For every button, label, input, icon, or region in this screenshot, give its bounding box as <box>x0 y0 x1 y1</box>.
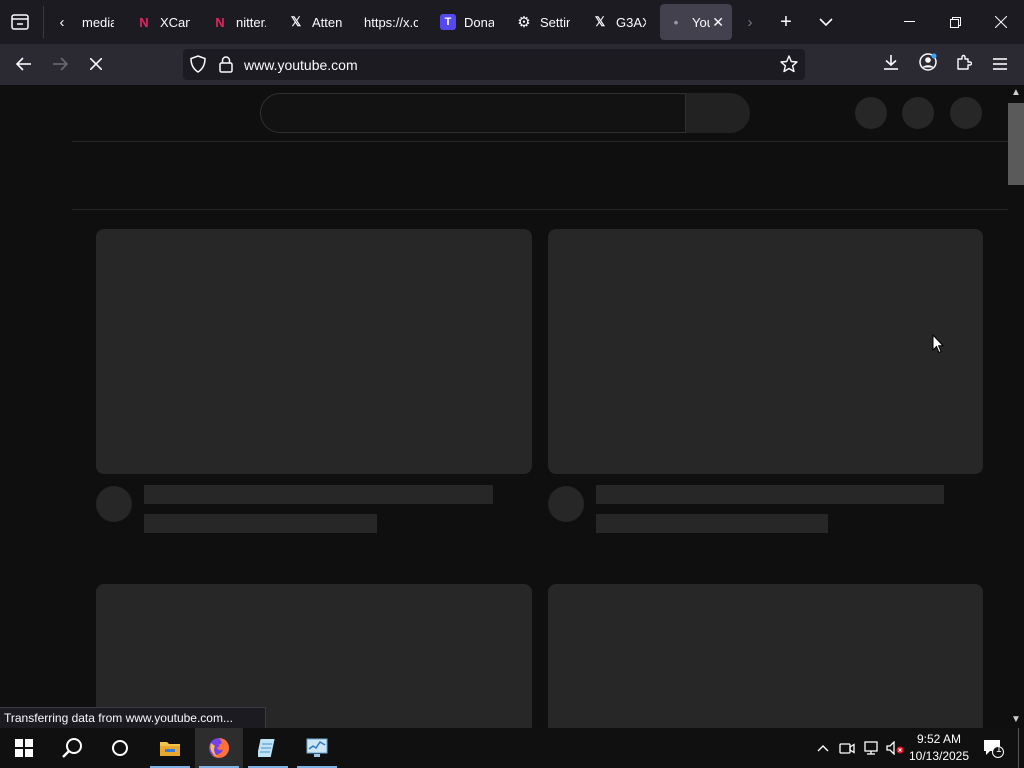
tab-bar: ‹ media N XCancel N nitter.net 𝕏 Attenti… <box>0 0 1024 44</box>
windows-start-icon[interactable] <box>0 728 48 768</box>
chip-bar-divider <box>72 209 1008 210</box>
file-explorer-icon[interactable] <box>146 728 194 768</box>
restore-button[interactable] <box>932 0 978 44</box>
search-box-placeholder[interactable] <box>260 93 686 133</box>
stop-loading-button[interactable] <box>82 50 110 78</box>
video-meta-placeholder <box>596 514 828 533</box>
show-desktop-button[interactable] <box>1018 728 1024 768</box>
tab-label: https://x.com <box>364 14 418 30</box>
firefox-icon[interactable] <box>195 728 243 768</box>
tab-label: Donald <box>464 14 494 30</box>
downloads-button[interactable] <box>877 50 905 78</box>
extensions-button[interactable] <box>950 50 978 78</box>
tab-nitter[interactable]: N nitter.net <box>204 4 274 40</box>
tab-g3ax[interactable]: 𝕏 G3AX <box>584 4 654 40</box>
clock-time: 9:52 AM <box>916 732 962 746</box>
tab-media[interactable]: media <box>74 4 122 40</box>
tab-attention[interactable]: 𝕏 Attention <box>280 4 350 40</box>
mouse-cursor-icon <box>932 333 945 354</box>
close-window-button[interactable] <box>978 0 1024 44</box>
back-button[interactable] <box>10 50 38 78</box>
truth-social-icon: T <box>440 14 456 30</box>
status-panel: Transferring data from www.youtube.com..… <box>0 707 266 729</box>
avatar-placeholder <box>950 97 982 129</box>
header-icon-placeholder <box>902 97 934 129</box>
video-title-placeholder <box>144 485 493 504</box>
header-divider <box>72 141 1008 142</box>
channel-avatar-placeholder <box>96 486 132 522</box>
account-icon <box>919 52 937 76</box>
hamburger-menu-icon <box>993 54 1007 75</box>
page-content <box>0 85 1008 728</box>
list-all-tabs-icon[interactable] <box>816 12 836 32</box>
tab-label: Settings <box>540 14 570 30</box>
n-logo-icon: N <box>215 14 225 30</box>
cortana-icon[interactable] <box>96 728 144 768</box>
taskbar-clock[interactable]: 9:52 AM 10/13/2025 <box>904 731 974 765</box>
forward-button[interactable] <box>46 50 74 78</box>
show-hidden-icons-chevron-icon[interactable] <box>812 728 834 768</box>
search-icon[interactable] <box>48 728 96 768</box>
download-icon <box>883 54 899 75</box>
header-icon-placeholder <box>855 97 887 129</box>
tab-label: You <box>692 14 710 30</box>
tab-label: G3AX <box>616 14 646 30</box>
loading-icon: • <box>673 14 679 30</box>
firefox-view-icon[interactable] <box>10 12 30 32</box>
minimize-button[interactable] <box>886 0 932 44</box>
lock-icon[interactable] <box>219 56 233 78</box>
video-meta-placeholder <box>144 514 377 533</box>
gear-icon: ⚙ <box>517 14 531 31</box>
x-logo-icon: 𝕏 <box>290 14 302 29</box>
notepad-icon[interactable] <box>244 728 292 768</box>
tab-divider <box>43 6 44 38</box>
tab-label: nitter.net <box>236 14 266 30</box>
scrollbar-thumb[interactable] <box>1008 103 1024 185</box>
volume-muted-icon[interactable] <box>884 728 906 768</box>
x-logo-icon: 𝕏 <box>594 14 606 29</box>
video-thumbnail-placeholder <box>548 584 983 728</box>
puzzle-icon <box>956 54 973 75</box>
scroll-up-icon[interactable]: ▲ <box>1008 85 1024 99</box>
search-button-placeholder[interactable] <box>686 93 750 133</box>
video-thumbnail-placeholder <box>96 229 532 474</box>
tab-label: Attention <box>312 14 342 30</box>
tab-settings[interactable]: ⚙ Settings <box>508 4 578 40</box>
action-center-icon[interactable]: 1 <box>978 728 1008 768</box>
notification-count-badge: 1 <box>996 744 1002 755</box>
video-title-placeholder <box>596 485 944 504</box>
scroll-down-icon[interactable]: ▼ <box>1008 712 1024 726</box>
clock-date: 10/13/2025 <box>908 749 970 763</box>
tab-label: XCancel <box>160 14 190 30</box>
bookmark-star-icon[interactable] <box>780 55 798 78</box>
meet-now-camera-icon[interactable] <box>836 728 858 768</box>
address-bar[interactable]: www.youtube.com <box>183 49 805 80</box>
task-manager-icon[interactable] <box>293 728 341 768</box>
channel-avatar-placeholder <box>548 486 584 522</box>
network-icon[interactable] <box>860 728 882 768</box>
tab-youtube-active[interactable]: • You ✕ <box>660 4 732 40</box>
tracking-protection-shield-icon[interactable] <box>190 55 206 78</box>
tab-donald[interactable]: T Donald <box>432 4 502 40</box>
account-button[interactable] <box>914 50 942 78</box>
tab-label: media <box>82 14 114 30</box>
tab-x-com[interactable]: https://x.com <box>356 4 426 40</box>
tab-xcancel[interactable]: N XCancel <box>128 4 198 40</box>
scroll-tabs-left-icon[interactable]: ‹ <box>52 12 72 32</box>
video-thumbnail-placeholder <box>548 229 983 474</box>
app-menu-button[interactable] <box>986 50 1014 78</box>
scroll-tabs-right-icon[interactable]: › <box>740 12 760 32</box>
new-tab-icon[interactable]: + <box>776 11 796 33</box>
close-tab-icon[interactable]: ✕ <box>712 14 724 31</box>
n-logo-icon: N <box>139 14 149 30</box>
url-text[interactable]: www.youtube.com <box>244 57 358 73</box>
page-scrollbar[interactable]: ▲ ▼ <box>1008 85 1024 728</box>
